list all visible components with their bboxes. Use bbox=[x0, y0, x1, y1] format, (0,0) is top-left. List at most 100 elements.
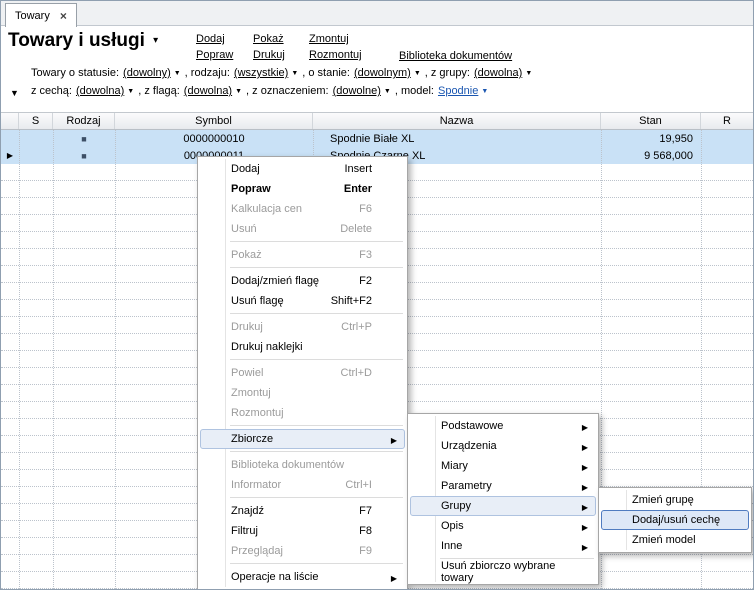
dropdown-arrow-icon[interactable]: ▼ bbox=[481, 88, 488, 95]
filter-oznaczenie-value[interactable]: (dowolne) bbox=[333, 85, 381, 97]
menu-separator bbox=[230, 267, 403, 268]
menu-item-usun-flage[interactable]: Usuń flagę Shift+F2 bbox=[200, 291, 405, 311]
submenu-arrow-icon: ▶ bbox=[581, 503, 588, 512]
menu-separator bbox=[230, 451, 403, 452]
tab-towary[interactable]: Towary × bbox=[5, 3, 77, 27]
link-pokaz[interactable]: Pokaż bbox=[253, 33, 285, 45]
menu-item-powiel: Powiel Ctrl+D bbox=[231, 367, 372, 379]
filter-cecha-value[interactable]: (dowolna) bbox=[76, 85, 124, 97]
cell-s bbox=[19, 147, 53, 164]
submenu-arrow-icon: ▶ bbox=[581, 423, 588, 432]
link-column-1: Dodaj Popraw bbox=[196, 33, 233, 61]
dropdown-arrow-icon[interactable]: ▼ bbox=[291, 70, 298, 77]
dropdown-arrow-icon[interactable]: ▼ bbox=[174, 70, 181, 77]
filter-model-value[interactable]: Spodnie bbox=[438, 85, 478, 97]
dropdown-arrow-icon[interactable]: ▼ bbox=[414, 70, 421, 77]
filters-toggle-icon[interactable]: ▼ bbox=[10, 88, 19, 98]
context-menu: Dodaj Insert Popraw Enter Kalkulacja cen F6… bbox=[197, 156, 408, 589]
link-zmontuj[interactable]: Zmontuj bbox=[309, 33, 362, 45]
filter-grupa-value[interactable]: (dowolna) bbox=[474, 67, 522, 79]
row-marker-cell bbox=[1, 130, 19, 147]
link-dodaj[interactable]: Dodaj bbox=[196, 33, 233, 45]
menu-item-miary[interactable]: Miary ▶ bbox=[410, 456, 596, 476]
menu-item-urzadzenia[interactable]: Urządzenia ▶ bbox=[410, 436, 596, 456]
filter-row-2: z cechą: (dowolna) ▼ , z flagą: (dowolna… bbox=[31, 85, 492, 97]
submenu-grupy: Zmień grupę Dodaj/usuń cechę Zmień model bbox=[598, 487, 752, 553]
submenu-arrow-icon: ▶ bbox=[581, 483, 588, 492]
menu-item-pokaz: Pokaż F3 bbox=[231, 249, 372, 261]
menu-separator bbox=[230, 425, 403, 426]
filter-label-stan: , o stanie: bbox=[302, 67, 350, 79]
menu-separator bbox=[230, 241, 403, 242]
menu-item-dodaj-usun-ceche[interactable]: Dodaj/usuń cechę bbox=[601, 510, 749, 530]
menu-item-operacje-na-liscie[interactable]: Operacje na liście ▶ bbox=[200, 567, 405, 587]
menu-item-znajdz[interactable]: Znajdź F7 bbox=[200, 501, 405, 521]
column-header-stan[interactable]: Stan bbox=[601, 113, 701, 129]
submenu-arrow-icon: ▶ bbox=[581, 523, 588, 532]
submenu-arrow-icon: ▶ bbox=[390, 574, 397, 583]
filter-label-flaga: , z flagą: bbox=[138, 85, 180, 97]
menu-item-filtruj[interactable]: Filtruj F8 bbox=[200, 521, 405, 541]
link-column-3: Zmontuj Rozmontuj bbox=[309, 33, 362, 61]
item-type-icon: ■ bbox=[81, 133, 87, 144]
menu-item-zmontuj: Zmontuj bbox=[231, 387, 271, 399]
column-header-r[interactable]: R bbox=[701, 113, 753, 129]
dropdown-arrow-icon[interactable]: ▼ bbox=[127, 88, 134, 95]
menu-item-podstawowe[interactable]: Podstawowe ▶ bbox=[410, 416, 596, 436]
column-header-s[interactable]: S bbox=[19, 113, 53, 129]
submenu-arrow-icon: ▶ bbox=[581, 443, 588, 452]
dropdown-arrow-icon[interactable]: ▼ bbox=[235, 88, 242, 95]
column-line bbox=[19, 130, 20, 589]
menu-separator bbox=[230, 359, 403, 360]
column-header-rodzaj[interactable]: Rodzaj bbox=[53, 113, 115, 129]
column-header-nazwa[interactable]: Nazwa bbox=[313, 113, 601, 129]
menu-separator bbox=[440, 558, 594, 559]
menu-item-inne[interactable]: Inne ▶ bbox=[410, 536, 596, 556]
menu-item-drukuj-naklejki[interactable]: Drukuj naklejki bbox=[200, 337, 405, 357]
filter-stan-value[interactable]: (dowolnym) bbox=[354, 67, 411, 79]
filter-panel: ▼ Towary o statusie: (dowolny) ▼ , rodza… bbox=[1, 63, 753, 111]
menu-item-popraw[interactable]: Popraw Enter bbox=[200, 179, 405, 199]
dropdown-arrow-icon[interactable]: ▼ bbox=[384, 88, 391, 95]
menu-item-dodaj-zmien-flage[interactable]: Dodaj/zmień flagę F2 bbox=[200, 271, 405, 291]
link-drukuj[interactable]: Drukuj bbox=[253, 49, 285, 61]
filter-rodzaj-value[interactable]: (wszystkie) bbox=[234, 67, 288, 79]
toolbar: Towary i usługi ▾ Dodaj Popraw Pokaż Dru… bbox=[1, 27, 753, 63]
link-rozmontuj[interactable]: Rozmontuj bbox=[309, 49, 362, 61]
menu-item-rozmontuj: Rozmontuj bbox=[231, 407, 284, 419]
menu-item-opis[interactable]: Opis ▶ bbox=[410, 516, 596, 536]
link-popraw[interactable]: Popraw bbox=[196, 49, 233, 61]
tab-close-icon[interactable]: × bbox=[60, 10, 67, 22]
menu-item-usun: Usuń Delete bbox=[231, 223, 372, 235]
towary-window: Towary × Towary i usługi ▾ Dodaj Popraw … bbox=[0, 0, 754, 590]
menu-item-usun-zbiorczo[interactable]: Usuń zbiorczo wybrane towary bbox=[410, 560, 596, 584]
cell-nazwa: Spodnie Białe XL bbox=[330, 132, 415, 145]
link-biblioteka-dokumentow[interactable]: Biblioteka dokumentów bbox=[399, 50, 512, 62]
menu-item-grupy[interactable]: Grupy ▶ bbox=[410, 496, 596, 516]
menu-item-biblioteka-dokumentow: Biblioteka dokumentów bbox=[231, 459, 345, 471]
filter-label-model: , model: bbox=[394, 85, 434, 97]
table-row[interactable]: ■ 0000000010 Spodnie Białe XL 19,950 bbox=[1, 130, 753, 147]
menu-item-drukuj: Drukuj Ctrl+P bbox=[231, 321, 372, 333]
menu-item-zmien-grupe[interactable]: Zmień grupę bbox=[601, 490, 749, 510]
menu-item-zmien-model[interactable]: Zmień model bbox=[601, 530, 749, 550]
menu-item-informator: Informator Ctrl+I bbox=[231, 479, 372, 491]
filter-flaga-value[interactable]: (dowolna) bbox=[184, 85, 232, 97]
menu-item-parametry[interactable]: Parametry ▶ bbox=[410, 476, 596, 496]
menu-separator bbox=[230, 563, 403, 564]
cell-s bbox=[19, 130, 53, 147]
cell-r bbox=[701, 130, 753, 147]
column-line bbox=[115, 130, 116, 589]
menu-item-zbiorcze[interactable]: Zbiorcze ▶ bbox=[200, 429, 405, 449]
tab-bar: Towary × bbox=[1, 1, 753, 27]
menu-item-przegladaj: Przeglądaj F9 bbox=[231, 545, 372, 557]
page-title[interactable]: Towary i usługi ▾ bbox=[8, 30, 158, 52]
dropdown-arrow-icon[interactable]: ▼ bbox=[525, 70, 532, 77]
filter-status-value[interactable]: (dowolny) bbox=[123, 67, 171, 79]
cell-rodzaj: ■ bbox=[53, 130, 115, 147]
row-marker-cell: ▶ bbox=[1, 147, 19, 164]
table-header: S Rodzaj Symbol Nazwa Stan R bbox=[1, 112, 753, 130]
menu-item-dodaj[interactable]: Dodaj Insert bbox=[200, 159, 405, 179]
column-header-symbol[interactable]: Symbol bbox=[115, 113, 313, 129]
cell-rodzaj: ■ bbox=[53, 147, 115, 164]
